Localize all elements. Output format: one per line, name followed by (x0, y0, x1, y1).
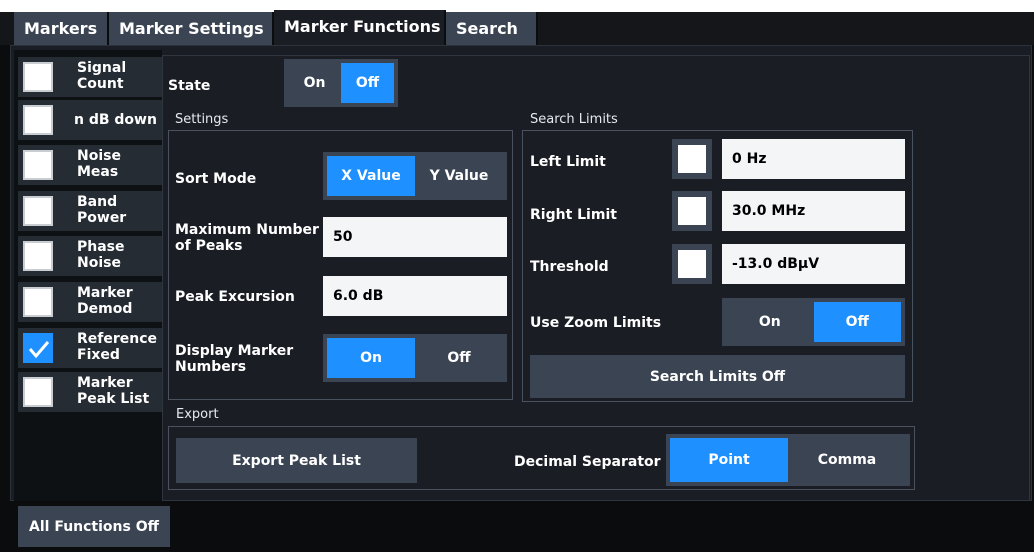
right-limit-checkbox-frame[interactable] (672, 191, 712, 231)
sidebar-item-label: Noise Meas (77, 148, 121, 180)
zoom-limits-on-option[interactable]: On (726, 302, 814, 342)
zoom-limits-off-option[interactable]: Off (813, 302, 901, 342)
sidebar-item-reference-fixed[interactable]: Reference Fixed (18, 328, 162, 368)
state-off-option[interactable]: Off (341, 63, 394, 103)
all-functions-off-button[interactable]: All Functions Off (18, 506, 170, 547)
sidebar-item-marker-demod[interactable]: Marker Demod (18, 282, 162, 322)
display-numbers-on-option[interactable]: On (327, 338, 415, 378)
state-toggle[interactable]: On Off (284, 59, 398, 107)
tab-markers[interactable]: Markers (14, 12, 109, 45)
sidebar-item-label: n dB down (74, 112, 157, 128)
threshold-checkbox[interactable] (678, 250, 706, 278)
window-top-strip (0, 0, 1034, 12)
state-label: State (168, 78, 211, 94)
sort-mode-label: Sort Mode (175, 171, 257, 187)
max-peaks-input[interactable]: 50 (323, 217, 507, 257)
sort-mode-y-value-option[interactable]: Y Value (415, 156, 503, 196)
reference-fixed-checkbox[interactable] (23, 333, 53, 363)
peak-excursion-label: Peak Excursion (175, 289, 295, 305)
search-limits-group-title: Search Limits (530, 112, 618, 127)
sort-mode-x-value-option[interactable]: X Value (327, 156, 415, 196)
use-zoom-limits-label: Use Zoom Limits (530, 315, 662, 331)
sidebar-item-label: Phase Noise (77, 239, 125, 271)
right-limit-label: Right Limit (530, 207, 617, 223)
signal-count-checkbox[interactable] (23, 62, 53, 92)
sidebar-item-label: Reference Fixed (77, 331, 158, 363)
checkmark-icon (28, 341, 50, 359)
left-limit-checkbox[interactable] (678, 145, 706, 173)
tab-marker-functions-label: Marker Functions (284, 17, 441, 36)
export-peak-list-button[interactable]: Export Peak List (176, 438, 417, 483)
sidebar-item-noise-meas[interactable]: Noise Meas (18, 145, 162, 185)
sidebar-item-label: Band Power (77, 194, 127, 226)
threshold-label: Threshold (530, 259, 609, 275)
decimal-separator-point-option[interactable]: Point (670, 438, 788, 482)
sidebar-item-label: Marker Peak List (77, 375, 150, 407)
display-numbers-off-option[interactable]: Off (415, 338, 503, 378)
sidebar-item-label: Marker Demod (77, 285, 133, 317)
sort-mode-toggle[interactable]: X Value Y Value (323, 152, 507, 200)
sidebar-item-n-db-down[interactable]: n dB down (18, 100, 162, 140)
tab-marker-settings-label: Marker Settings (119, 19, 264, 38)
marker-demod-checkbox[interactable] (23, 287, 53, 317)
decimal-separator-label: Decimal Separator (514, 454, 661, 470)
threshold-input[interactable]: -13.0 dBµV (722, 244, 905, 284)
max-peaks-label: Maximum Number of Peaks (175, 222, 319, 254)
sidebar-item-signal-count[interactable]: Signal Count (18, 57, 162, 97)
left-limit-checkbox-frame[interactable] (672, 139, 712, 179)
marker-peak-list-checkbox[interactable] (23, 377, 53, 407)
search-limits-off-button[interactable]: Search Limits Off (530, 355, 905, 398)
peak-excursion-input[interactable]: 6.0 dB (323, 276, 507, 316)
tab-marker-functions[interactable]: Marker Functions (274, 10, 446, 46)
settings-group-title: Settings (175, 112, 229, 127)
state-on-option[interactable]: On (288, 63, 341, 103)
n-db-down-checkbox[interactable] (23, 105, 53, 135)
display-marker-numbers-label: Display Marker Numbers (175, 343, 294, 375)
display-marker-numbers-toggle[interactable]: On Off (323, 334, 507, 382)
left-limit-input[interactable]: 0 Hz (722, 139, 905, 179)
sidebar-item-band-power[interactable]: Band Power (18, 191, 162, 231)
tab-search[interactable]: Search (446, 12, 538, 45)
sidebar-item-phase-noise[interactable]: Phase Noise (18, 236, 162, 276)
right-limit-checkbox[interactable] (678, 197, 706, 225)
export-group-title: Export (176, 407, 219, 422)
tab-marker-settings[interactable]: Marker Settings (109, 12, 274, 45)
threshold-checkbox-frame[interactable] (672, 244, 712, 284)
sidebar-item-label: Signal Count (77, 60, 127, 92)
decimal-separator-comma-option[interactable]: Comma (788, 438, 906, 482)
decimal-separator-toggle[interactable]: Point Comma (666, 434, 910, 486)
use-zoom-limits-toggle[interactable]: On Off (722, 298, 905, 346)
tab-search-label: Search (456, 19, 518, 38)
right-limit-input[interactable]: 30.0 MHz (722, 191, 905, 231)
band-power-checkbox[interactable] (23, 196, 53, 226)
phase-noise-checkbox[interactable] (23, 241, 53, 271)
left-limit-label: Left Limit (530, 154, 606, 170)
noise-meas-checkbox[interactable] (23, 150, 53, 180)
sidebar-item-marker-peak-list[interactable]: Marker Peak List (18, 372, 162, 412)
tab-markers-label: Markers (24, 19, 98, 38)
